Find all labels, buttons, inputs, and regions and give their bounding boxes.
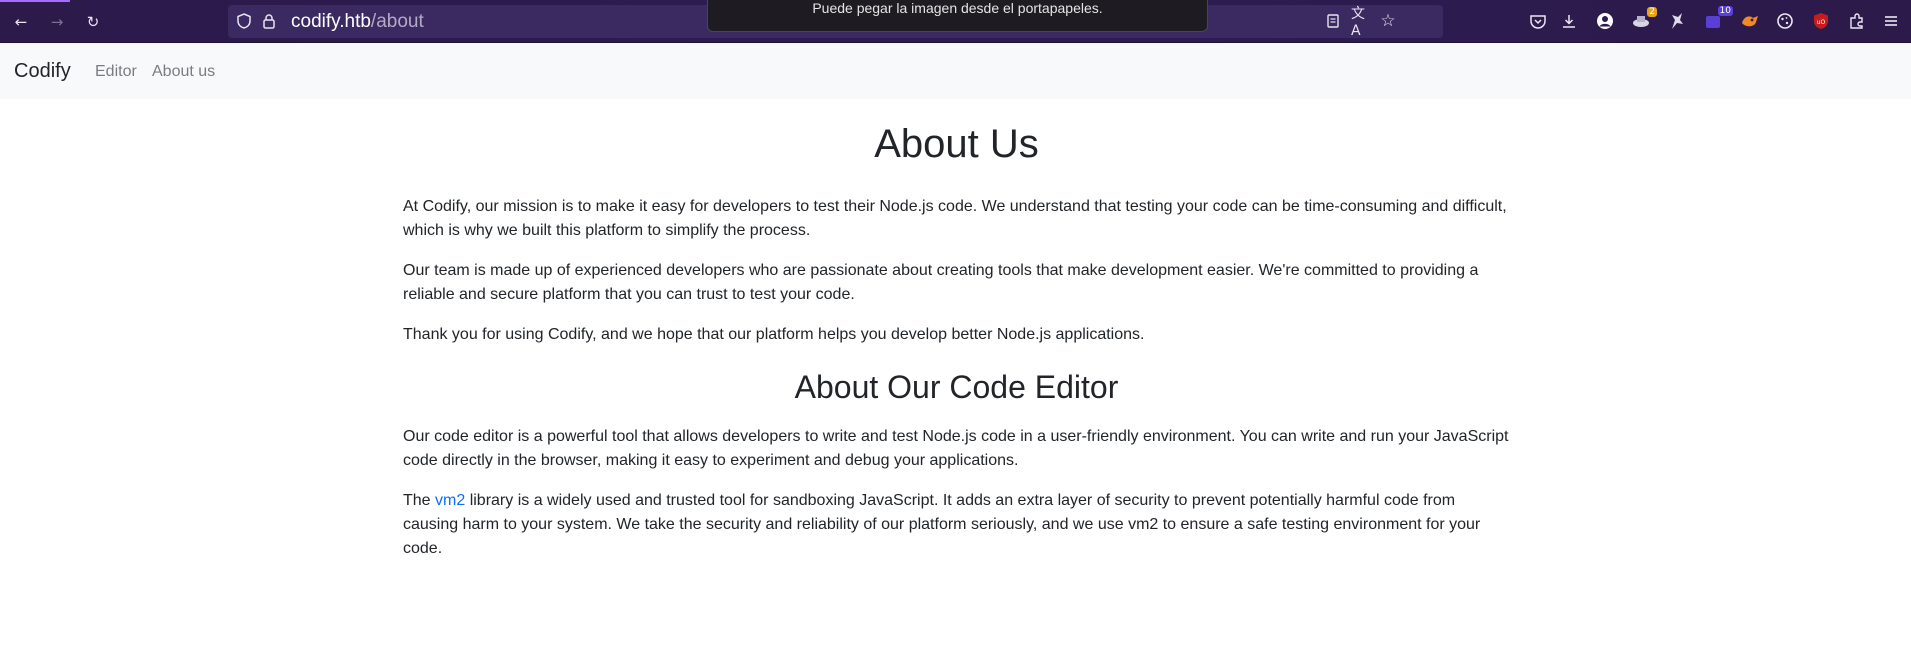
menu-icon[interactable]	[1881, 11, 1901, 31]
about-paragraph-team: Our team is made up of experienced devel…	[403, 262, 1479, 303]
back-arrow-icon[interactable]: ←	[9, 10, 33, 34]
download-icon[interactable]	[1559, 11, 1579, 31]
editor-paragraph-vm2: The vm2 library is a widely used and tru…	[403, 489, 1510, 561]
vm2-text-after: library is a widely used and trusted too…	[403, 492, 1481, 557]
pocket-icon[interactable]	[1528, 11, 1548, 31]
active-tab-accent	[0, 0, 70, 2]
extension-b-icon[interactable]	[1667, 11, 1687, 31]
url-host: codify.htb	[291, 11, 371, 32]
extension-a-badge: 2	[1647, 7, 1657, 17]
site-navbar: Codify Editor About us	[0, 43, 1911, 99]
url-text[interactable]: codify.htb/about	[291, 11, 424, 33]
clipboard-toast: Puede pegar la imagen desde el portapape…	[707, 0, 1208, 32]
shield-icon[interactable]	[234, 11, 254, 31]
editor-paragraph-intro: Our code editor is a powerful tool that …	[403, 428, 1509, 469]
translate-icon[interactable]: 文A	[1351, 6, 1371, 39]
nav-link-about-us[interactable]: About us	[152, 63, 215, 81]
extension-c-badge: 10	[1717, 6, 1733, 16]
reload-icon[interactable]: ↻	[81, 10, 105, 34]
extension-d-icon[interactable]	[1740, 11, 1760, 31]
brand-link[interactable]: Codify	[14, 60, 71, 83]
puzzle-icon[interactable]	[1847, 11, 1867, 31]
forward-arrow-icon[interactable]: →	[45, 10, 69, 34]
account-icon[interactable]	[1595, 11, 1615, 31]
vm2-link[interactable]: vm2	[435, 492, 465, 509]
toast-text: Puede pegar la imagen desde el portapape…	[812, 0, 1103, 16]
svg-text:uO: uO	[1817, 19, 1826, 26]
browser-toolbar: ← → ↻ codify.htb/about 文A ☆ Puede pegar …	[0, 0, 1911, 43]
ublock-icon[interactable]: uO	[1811, 11, 1831, 31]
url-path: /about	[370, 11, 424, 32]
code-editor-heading: About Our Code Editor	[794, 369, 1119, 405]
about-paragraph-mission: At Codify, our mission is to make it eas…	[403, 198, 1507, 239]
lock-icon[interactable]	[259, 11, 279, 31]
reader-view-icon[interactable]	[1323, 11, 1343, 31]
extension-a-icon[interactable]: 2	[1631, 7, 1657, 31]
extension-c-icon[interactable]: 10	[1703, 6, 1733, 31]
about-us-heading: About Us	[874, 122, 1039, 166]
nav-link-editor[interactable]: Editor	[95, 63, 137, 81]
about-paragraph-thanks: Thank you for using Codify, and we hope …	[403, 326, 1145, 343]
star-icon[interactable]: ☆	[1378, 11, 1398, 31]
vm2-text-before: The	[403, 492, 436, 509]
cookie-icon[interactable]	[1775, 11, 1795, 31]
